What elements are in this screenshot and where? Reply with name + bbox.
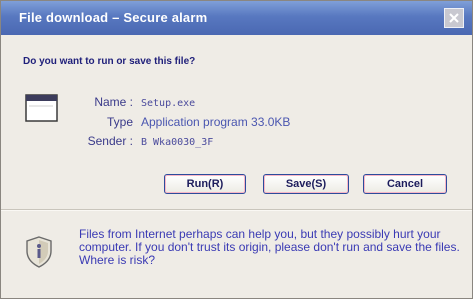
question-text: Do you want to run or save this file?	[23, 56, 196, 67]
run-button[interactable]: Run(R)	[164, 174, 246, 194]
file-name-row: Name : Setup.exe	[71, 95, 195, 109]
sender-row: Sender : B Wka0030_3F	[71, 134, 214, 148]
title-bar[interactable]: File download – Secure alarm	[1, 1, 472, 35]
file-name-value: Setup.exe	[141, 98, 196, 109]
file-download-dialog: File download – Secure alarm Do you want…	[0, 0, 473, 299]
file-name-label: Name :	[94, 95, 133, 109]
file-type-label: Type	[106, 115, 133, 129]
save-button[interactable]: Save(S)	[263, 174, 349, 194]
file-type-row: Type Application program 33.0KB	[71, 115, 290, 129]
file-type-value: Application program 33.0KB	[141, 115, 291, 129]
shield-icon	[26, 236, 52, 268]
cancel-button[interactable]: Cancel	[363, 174, 447, 194]
sender-label: Sender :	[87, 134, 133, 148]
risk-link[interactable]: Where is risk?	[79, 253, 155, 267]
sender-value: B Wka0030_3F	[141, 137, 214, 148]
dialog-title: File download – Secure alarm	[19, 10, 208, 25]
security-warning: Files from Internet perhaps can help you…	[79, 228, 472, 267]
close-button[interactable]	[444, 8, 464, 28]
warning-text: Files from Internet perhaps can help you…	[79, 227, 460, 254]
application-window-icon	[25, 94, 58, 122]
close-icon	[449, 13, 459, 23]
divider	[1, 209, 472, 211]
